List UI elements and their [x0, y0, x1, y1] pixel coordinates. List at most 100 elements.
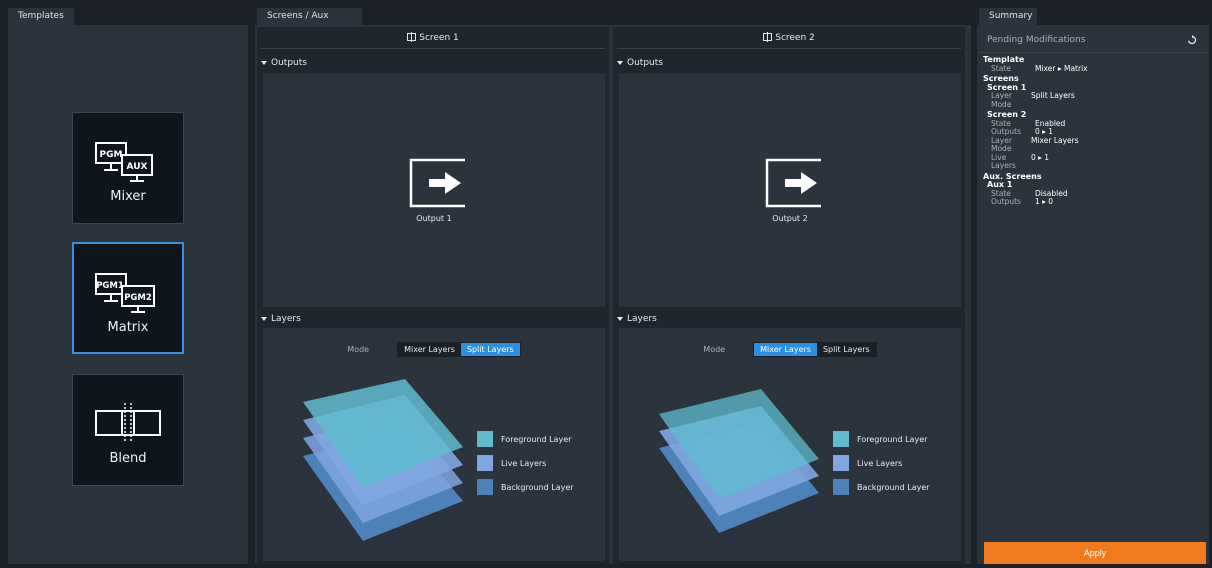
- apply-button[interactable]: Apply: [984, 542, 1206, 564]
- layers-section-toggle[interactable]: Layers: [617, 314, 657, 324]
- legend-label: Live Layers: [857, 458, 903, 468]
- svg-text:PGM1: PGM1: [96, 281, 124, 291]
- output-arrow-icon[interactable]: [765, 158, 823, 208]
- split-layers-illustration: [303, 379, 463, 541]
- summary-row: State Mixer ▸ Matrix: [991, 63, 1203, 74]
- summary-value: 0 ▸ 1: [1031, 152, 1050, 162]
- screen-icon: [407, 32, 417, 42]
- summary-row: Live Layers 0 ▸ 1: [991, 152, 1203, 171]
- legend-swatch: [477, 455, 493, 471]
- output-label: Output 1: [416, 214, 452, 223]
- summary-key: Live Layers: [991, 152, 1016, 170]
- caret-down-icon: [617, 316, 623, 321]
- outputs-area: Output 1: [263, 73, 605, 307]
- summary-screen-2: Screen 2: [987, 110, 1027, 119]
- outputs-label: Outputs: [627, 58, 663, 68]
- legend-swatch: [833, 455, 849, 471]
- screen-2-column: Screen 2 Outputs Output 2 Layers Mode Mi…: [613, 27, 965, 564]
- summary-section-template: Template: [983, 55, 1025, 64]
- outputs-label: Outputs: [271, 58, 307, 68]
- template-label: Matrix: [107, 320, 149, 335]
- summary-key: Layer Mode: [991, 135, 1012, 153]
- mode-split-layers-button[interactable]: Split Layers: [817, 343, 876, 356]
- summary-value: 1 ▸ 0: [1035, 197, 1054, 206]
- outputs-area: Output 2: [619, 73, 961, 307]
- summary-value: Split Layers: [1031, 91, 1075, 100]
- template-label: Blend: [109, 451, 147, 466]
- tab-summary[interactable]: Summary: [979, 8, 1037, 25]
- screen-icon: [763, 32, 773, 42]
- layers-area: Mode Mixer Layers Split Layers Foregroun…: [619, 328, 961, 561]
- screen-1-header: Screen 1: [261, 27, 605, 49]
- legend-item: Foreground Layer: [477, 427, 574, 451]
- legend-swatch: [477, 479, 493, 495]
- pending-modifications-header: Pending Modifications: [979, 27, 1207, 53]
- legend-label: Foreground Layer: [501, 434, 572, 444]
- matrix-monitors-icon: PGM1 PGM2: [95, 273, 155, 313]
- summary-row: Outputs 1 ▸ 0: [991, 197, 1203, 207]
- output-label: Output 2: [772, 214, 808, 223]
- template-label: Mixer: [110, 189, 146, 204]
- layers-legend: Foreground Layer Live Layers Background …: [833, 427, 930, 499]
- summary-row: State Enabled: [991, 119, 1203, 129]
- summary-screen-1: Screen 1: [987, 82, 1027, 92]
- mode-label: Mode: [347, 345, 370, 354]
- summary-row: Layer Mode Mixer Layers: [991, 135, 1203, 154]
- layers-section-toggle[interactable]: Layers: [261, 314, 301, 324]
- mixer-monitors-icon: PGM AUX: [95, 142, 153, 182]
- summary-row: Outputs 0 ▸ 1: [991, 127, 1203, 137]
- legend-label: Background Layer: [501, 482, 574, 492]
- legend-item: Background Layer: [833, 475, 930, 499]
- layers-label: Layers: [271, 314, 301, 324]
- mode-split-layers-button[interactable]: Split Layers: [460, 343, 520, 356]
- summary-value: Mixer Layers: [1031, 135, 1079, 145]
- screen-2-header: Screen 2: [617, 27, 961, 49]
- screen-1-column: Screen 1 Outputs Output 1 Layers Mode Mi…: [257, 27, 609, 564]
- outputs-section-toggle[interactable]: Outputs: [617, 58, 663, 68]
- svg-text:PGM: PGM: [100, 150, 123, 160]
- outputs-section-toggle[interactable]: Outputs: [261, 58, 307, 68]
- output-arrow-icon[interactable]: [409, 158, 467, 208]
- legend-item: Live Layers: [833, 451, 930, 475]
- summary-value: Mixer ▸ Matrix: [1035, 63, 1088, 73]
- mode-segmented-control: Mixer Layers Split Layers: [397, 342, 521, 357]
- layers-label: Layers: [627, 314, 657, 324]
- caret-down-icon: [261, 316, 267, 321]
- legend-swatch: [477, 431, 493, 447]
- layers-area: Mode Mixer Layers Split Layers Foregroun…: [263, 328, 605, 561]
- summary-section-aux: Aux. Screens: [983, 171, 1042, 181]
- template-matrix[interactable]: PGM1 PGM2 Matrix: [72, 242, 184, 354]
- pending-modifications-title: Pending Modifications: [987, 34, 1086, 45]
- undo-icon[interactable]: [1187, 34, 1197, 45]
- tab-templates[interactable]: Templates: [8, 8, 74, 25]
- tab-screens[interactable]: Screens / Aux Screens: [257, 8, 362, 38]
- mode-label: Mode: [703, 345, 726, 354]
- blend-screens-icon: [95, 403, 161, 443]
- summary-key: Outputs: [991, 197, 1021, 206]
- mode-segmented-control: Mixer Layers Split Layers: [753, 342, 877, 357]
- svg-text:PGM2: PGM2: [124, 293, 152, 303]
- screen-title: Screen 2: [775, 33, 815, 43]
- legend-label: Live Layers: [501, 458, 547, 468]
- svg-text:AUX: AUX: [127, 162, 148, 172]
- summary-row: Layer Mode Split Layers: [991, 91, 1203, 109]
- legend-item: Live Layers: [477, 451, 574, 475]
- summary-key: Layer Mode: [991, 91, 1012, 109]
- mode-mixer-layers-button[interactable]: Mixer Layers: [398, 343, 461, 356]
- summary-key: State: [991, 63, 1011, 73]
- legend-item: Background Layer: [477, 475, 574, 499]
- legend-swatch: [833, 479, 849, 495]
- mode-mixer-layers-button[interactable]: Mixer Layers: [754, 343, 817, 356]
- caret-down-icon: [617, 60, 623, 65]
- legend-item: Foreground Layer: [833, 427, 930, 451]
- summary-row: State Disabled: [991, 189, 1203, 199]
- screen-title: Screen 1: [419, 33, 459, 43]
- mode-row: Mode Mixer Layers Split Layers: [263, 342, 605, 357]
- mode-row: Mode Mixer Layers Split Layers: [619, 342, 961, 357]
- summary-aux-1: Aux 1: [987, 180, 1013, 189]
- template-blend[interactable]: Blend: [72, 374, 184, 486]
- summary-list: Template State Mixer ▸ Matrix Screens Scr…: [983, 55, 1203, 207]
- legend-label: Foreground Layer: [857, 434, 928, 444]
- template-mixer[interactable]: PGM AUX Mixer: [72, 112, 184, 224]
- layers-legend: Foreground Layer Live Layers Background …: [477, 427, 574, 499]
